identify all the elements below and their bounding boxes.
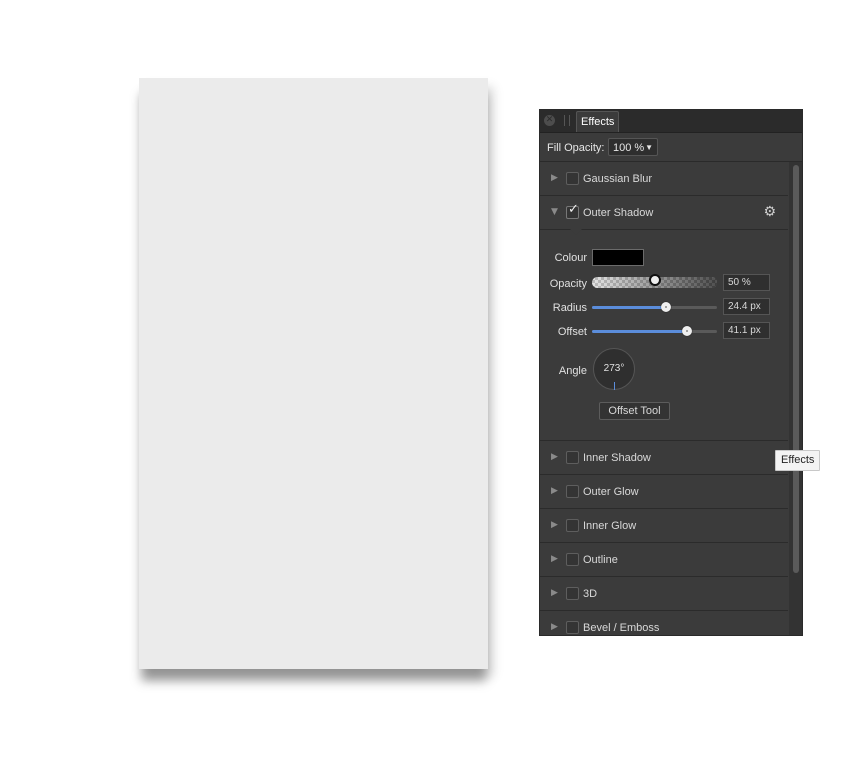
- effect-label: Outer Glow: [583, 486, 639, 498]
- angle-needle: [614, 382, 615, 390]
- fill-opacity-label: Fill Opacity:: [547, 142, 605, 154]
- effect-checkbox[interactable]: ✓: [566, 202, 579, 219]
- offset-label: Offset: [557, 326, 587, 338]
- disclosure-triangle-icon[interactable]: ▶: [551, 486, 558, 496]
- drag-grip-icon[interactable]: [564, 115, 570, 126]
- effect-checkbox[interactable]: [566, 621, 579, 634]
- colour-label: Colour: [554, 252, 587, 264]
- disclosure-triangle-icon[interactable]: ▶: [551, 520, 558, 530]
- opacity-value-field[interactable]: 50 %: [723, 274, 770, 291]
- disclosure-triangle-icon[interactable]: ▶: [551, 554, 558, 564]
- effect-row-outline[interactable]: ▶ Outline: [540, 543, 788, 577]
- dropdown-arrow-icon: ▼: [645, 143, 653, 152]
- colour-swatch[interactable]: [592, 249, 644, 266]
- fill-opacity-row: Fill Opacity: 100 % ▼: [540, 133, 802, 162]
- panel-titlebar: ✕ Effects: [540, 110, 802, 133]
- radius-slider-knob[interactable]: [660, 302, 671, 312]
- offset-slider-knob[interactable]: [682, 326, 692, 336]
- effect-checkbox[interactable]: [566, 519, 579, 532]
- opacity-label: Opacity: [549, 278, 587, 290]
- disclosure-triangle-icon[interactable]: ▶: [551, 588, 558, 598]
- angle-label: Angle: [558, 365, 587, 377]
- effect-label: Inner Shadow: [583, 452, 651, 464]
- effect-checkbox[interactable]: [566, 587, 579, 600]
- effect-label: 3D: [583, 588, 598, 600]
- effect-checkbox[interactable]: [566, 553, 579, 566]
- effect-label: Outline: [583, 554, 618, 566]
- document-canvas[interactable]: [139, 78, 488, 669]
- scrollbar-thumb[interactable]: [793, 165, 799, 573]
- effect-row-gaussian-blur[interactable]: ▶ Gaussian Blur: [540, 162, 788, 196]
- offset-value-field[interactable]: 41.1 px: [723, 322, 770, 339]
- effect-row-bevel-emboss[interactable]: ▶ Bevel / Emboss: [540, 611, 788, 635]
- effect-row-inner-shadow[interactable]: ▶ Inner Shadow: [540, 441, 788, 475]
- effect-row-outer-glow[interactable]: ▶ Outer Glow: [540, 475, 788, 509]
- disclosure-triangle-icon[interactable]: ▶: [551, 622, 558, 632]
- offset-slider[interactable]: [592, 326, 717, 336]
- opacity-slider-knob[interactable]: [648, 274, 661, 286]
- fill-opacity-dropdown[interactable]: 100 % ▼: [608, 138, 658, 156]
- disclosure-triangle-icon[interactable]: ▶: [551, 452, 558, 462]
- fill-opacity-value: 100 %: [613, 142, 645, 154]
- close-icon[interactable]: ✕: [544, 115, 555, 126]
- effects-panel: ✕ Effects Fill Opacity: 100 % ▼ ▶ Gaussi…: [539, 109, 803, 636]
- effect-checkbox[interactable]: [566, 172, 579, 185]
- effect-row-3d[interactable]: ▶ 3D: [540, 577, 788, 611]
- effect-label: Inner Glow: [583, 520, 637, 532]
- checkmark-icon: ✓: [568, 202, 579, 217]
- disclosure-triangle-expanded-icon[interactable]: ▼: [551, 207, 558, 217]
- effect-checkbox[interactable]: [566, 451, 579, 464]
- angle-value: 273°: [603, 363, 625, 374]
- radius-value-field[interactable]: 24.4 px: [723, 298, 770, 315]
- effects-list: ▶ Gaussian Blur ▼ ✓ Outer Shadow ⚙ Colou…: [540, 162, 788, 635]
- effect-row-outer-shadow[interactable]: ▼ ✓ Outer Shadow ⚙: [540, 196, 788, 230]
- scrollbar[interactable]: [789, 162, 802, 635]
- effect-label: Outer Shadow: [583, 207, 654, 219]
- tab-effects[interactable]: Effects: [576, 111, 620, 132]
- angle-dial[interactable]: 273°: [593, 348, 635, 390]
- outer-shadow-settings: Colour Opacity 50 % Radius 24.4 px Offse…: [540, 229, 788, 441]
- gear-icon[interactable]: ⚙: [763, 204, 776, 220]
- radius-label: Radius: [552, 302, 587, 314]
- radius-slider[interactable]: [592, 302, 717, 312]
- effect-checkbox[interactable]: [566, 485, 579, 498]
- effect-row-inner-glow[interactable]: ▶ Inner Glow: [540, 509, 788, 543]
- effect-label: Bevel / Emboss: [583, 622, 660, 634]
- effect-label: Gaussian Blur: [583, 173, 653, 185]
- tooltip: Effects: [775, 450, 821, 471]
- disclosure-triangle-icon[interactable]: ▶: [551, 173, 558, 183]
- offset-tool-button[interactable]: Offset Tool: [599, 402, 670, 420]
